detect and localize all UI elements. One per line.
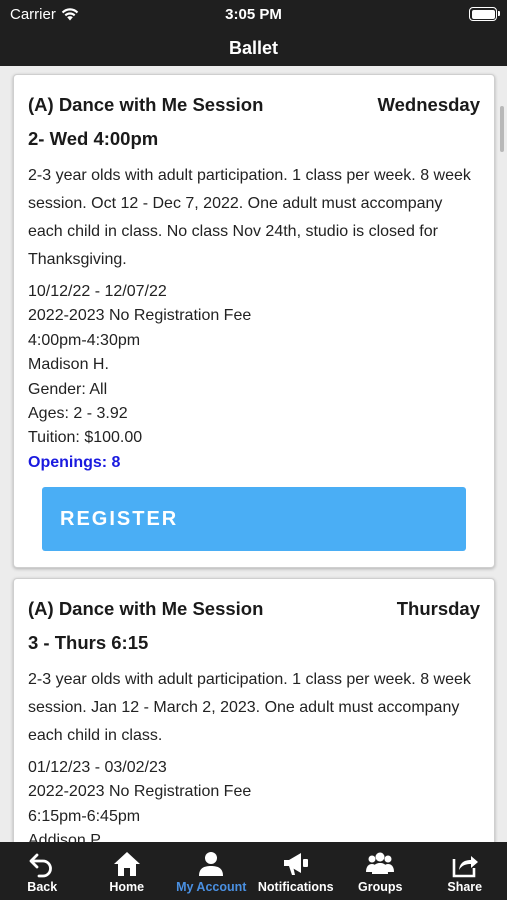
card-header: (A) Dance with Me Session Wednesday bbox=[28, 88, 480, 122]
tab-label: Groups bbox=[358, 880, 403, 894]
tab-home[interactable]: Home bbox=[85, 842, 170, 900]
tab-notifications[interactable]: Notifications bbox=[254, 842, 339, 900]
tab-label: Home bbox=[109, 880, 145, 894]
class-day: Wednesday bbox=[377, 94, 480, 115]
register-button[interactable]: REGISTER bbox=[42, 487, 466, 552]
class-time: 6:15pm-6:45pm bbox=[28, 807, 141, 825]
status-bar: Carrier 3:05 PM bbox=[0, 0, 507, 30]
tab-groups[interactable]: Groups bbox=[338, 842, 423, 900]
tab-label: Back bbox=[27, 880, 58, 894]
tab-back[interactable]: Back bbox=[0, 842, 85, 900]
class-fee: 2022-2023 No Registration Fee bbox=[28, 783, 252, 801]
scrollbar[interactable] bbox=[500, 106, 504, 152]
tab-label: Notifications bbox=[257, 880, 334, 894]
nav-bar: Ballet bbox=[0, 30, 507, 66]
class-openings: Openings: 8 bbox=[28, 453, 121, 471]
class-description: 2-3 year olds with adult participation. … bbox=[28, 167, 471, 268]
class-gender: Gender: All bbox=[28, 380, 108, 398]
class-fee: 2022-2023 No Registration Fee bbox=[28, 307, 252, 325]
class-instructor: Addison P. bbox=[28, 832, 104, 842]
class-subtitle: 2- Wed 4:00pm bbox=[28, 128, 159, 149]
account-icon bbox=[199, 852, 224, 876]
class-list[interactable]: (A) Dance with Me Session Wednesday 2- W… bbox=[0, 66, 507, 842]
home-icon bbox=[113, 852, 140, 876]
tab-bar: Back Home My Account Notifications Group… bbox=[0, 842, 507, 900]
class-dates: 01/12/23 - 03/02/23 bbox=[28, 759, 167, 776]
share-icon bbox=[452, 856, 478, 878]
class-card: (A) Dance with Me Session Wednesday 2- W… bbox=[13, 74, 495, 569]
class-title: (A) Dance with Me Session bbox=[28, 94, 264, 115]
class-time: 4:00pm-4:30pm bbox=[28, 331, 141, 349]
groups-icon bbox=[366, 852, 395, 874]
class-subtitle: 3 - Thurs 6:15 bbox=[28, 632, 149, 653]
class-description: 2-3 year olds with adult participation. … bbox=[28, 671, 471, 744]
tab-share[interactable]: Share bbox=[423, 842, 507, 900]
clock: 3:05 PM bbox=[225, 6, 282, 23]
class-instructor: Madison H. bbox=[28, 356, 109, 374]
class-ages: Ages: 2 - 3.92 bbox=[28, 405, 128, 423]
class-day: Thursday bbox=[396, 598, 480, 619]
megaphone-icon bbox=[283, 853, 308, 875]
tab-label: Share bbox=[447, 880, 483, 894]
back-icon bbox=[29, 853, 53, 878]
class-dates: 10/12/22 - 12/07/22 bbox=[28, 283, 167, 300]
tab-label: My Account bbox=[176, 880, 247, 894]
battery-icon bbox=[469, 7, 500, 21]
class-tuition: Tuition: $100.00 bbox=[28, 429, 143, 447]
class-title: (A) Dance with Me Session bbox=[28, 598, 264, 619]
class-card: (A) Dance with Me Session Thursday 3 - T… bbox=[13, 578, 495, 842]
tab-my-account[interactable]: My Account bbox=[169, 842, 254, 900]
page-title: Ballet bbox=[228, 38, 279, 58]
card-header: (A) Dance with Me Session Thursday bbox=[28, 592, 480, 626]
